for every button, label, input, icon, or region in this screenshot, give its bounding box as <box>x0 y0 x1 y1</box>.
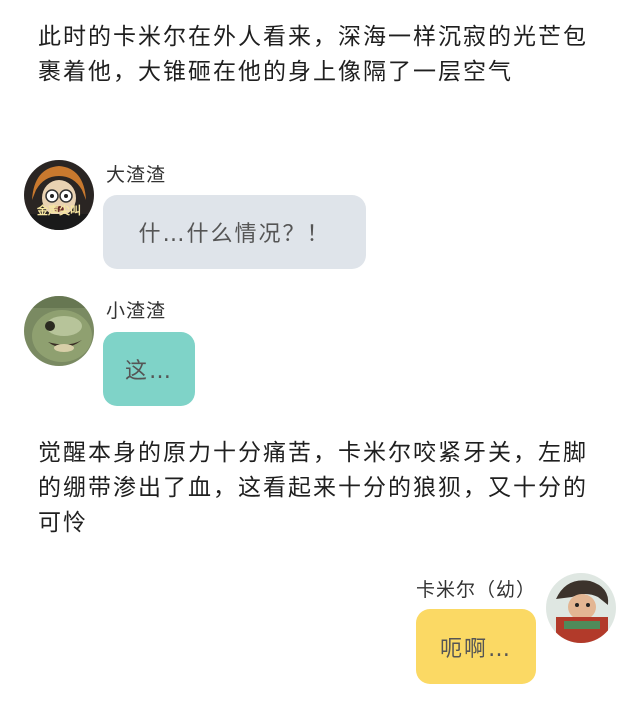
sender-name: 卡米尔（幼） <box>415 579 536 601</box>
avatar-da-zha-zha[interactable]: 金声尖叫 <box>24 160 94 230</box>
message-text: 这… <box>124 359 173 384</box>
avatar-image <box>546 573 616 643</box>
avatar-caption: 金声尖叫 <box>37 204 81 217</box>
narration-paragraph-1: 此时的卡米尔在外人看来，深海一样沉寂的光芒包裹着他，大锥砸在他的身上像隔了一层空… <box>38 24 588 85</box>
message-bubble[interactable]: 什…什么情况？！ <box>103 195 366 269</box>
avatar-kamier[interactable] <box>546 573 616 643</box>
message-text: 呃啊… <box>439 636 512 662</box>
sender-name: 大渣渣 <box>106 164 167 186</box>
message-bubble[interactable]: 呃啊… <box>416 609 536 684</box>
message-bubble[interactable]: 这… <box>103 332 195 406</box>
narration-paragraph-2: 觉醒本身的原力十分痛苦，卡米尔咬紧牙关，左脚的绷带渗出了血，这看起来十分的狼狈，… <box>38 440 588 536</box>
avatar-image <box>24 296 94 366</box>
sender-name: 小渣渣 <box>106 300 167 322</box>
avatar-xiao-zha-zha[interactable] <box>24 296 94 366</box>
avatar-image <box>24 160 94 230</box>
message-text: 什…什么情况？！ <box>138 222 331 247</box>
